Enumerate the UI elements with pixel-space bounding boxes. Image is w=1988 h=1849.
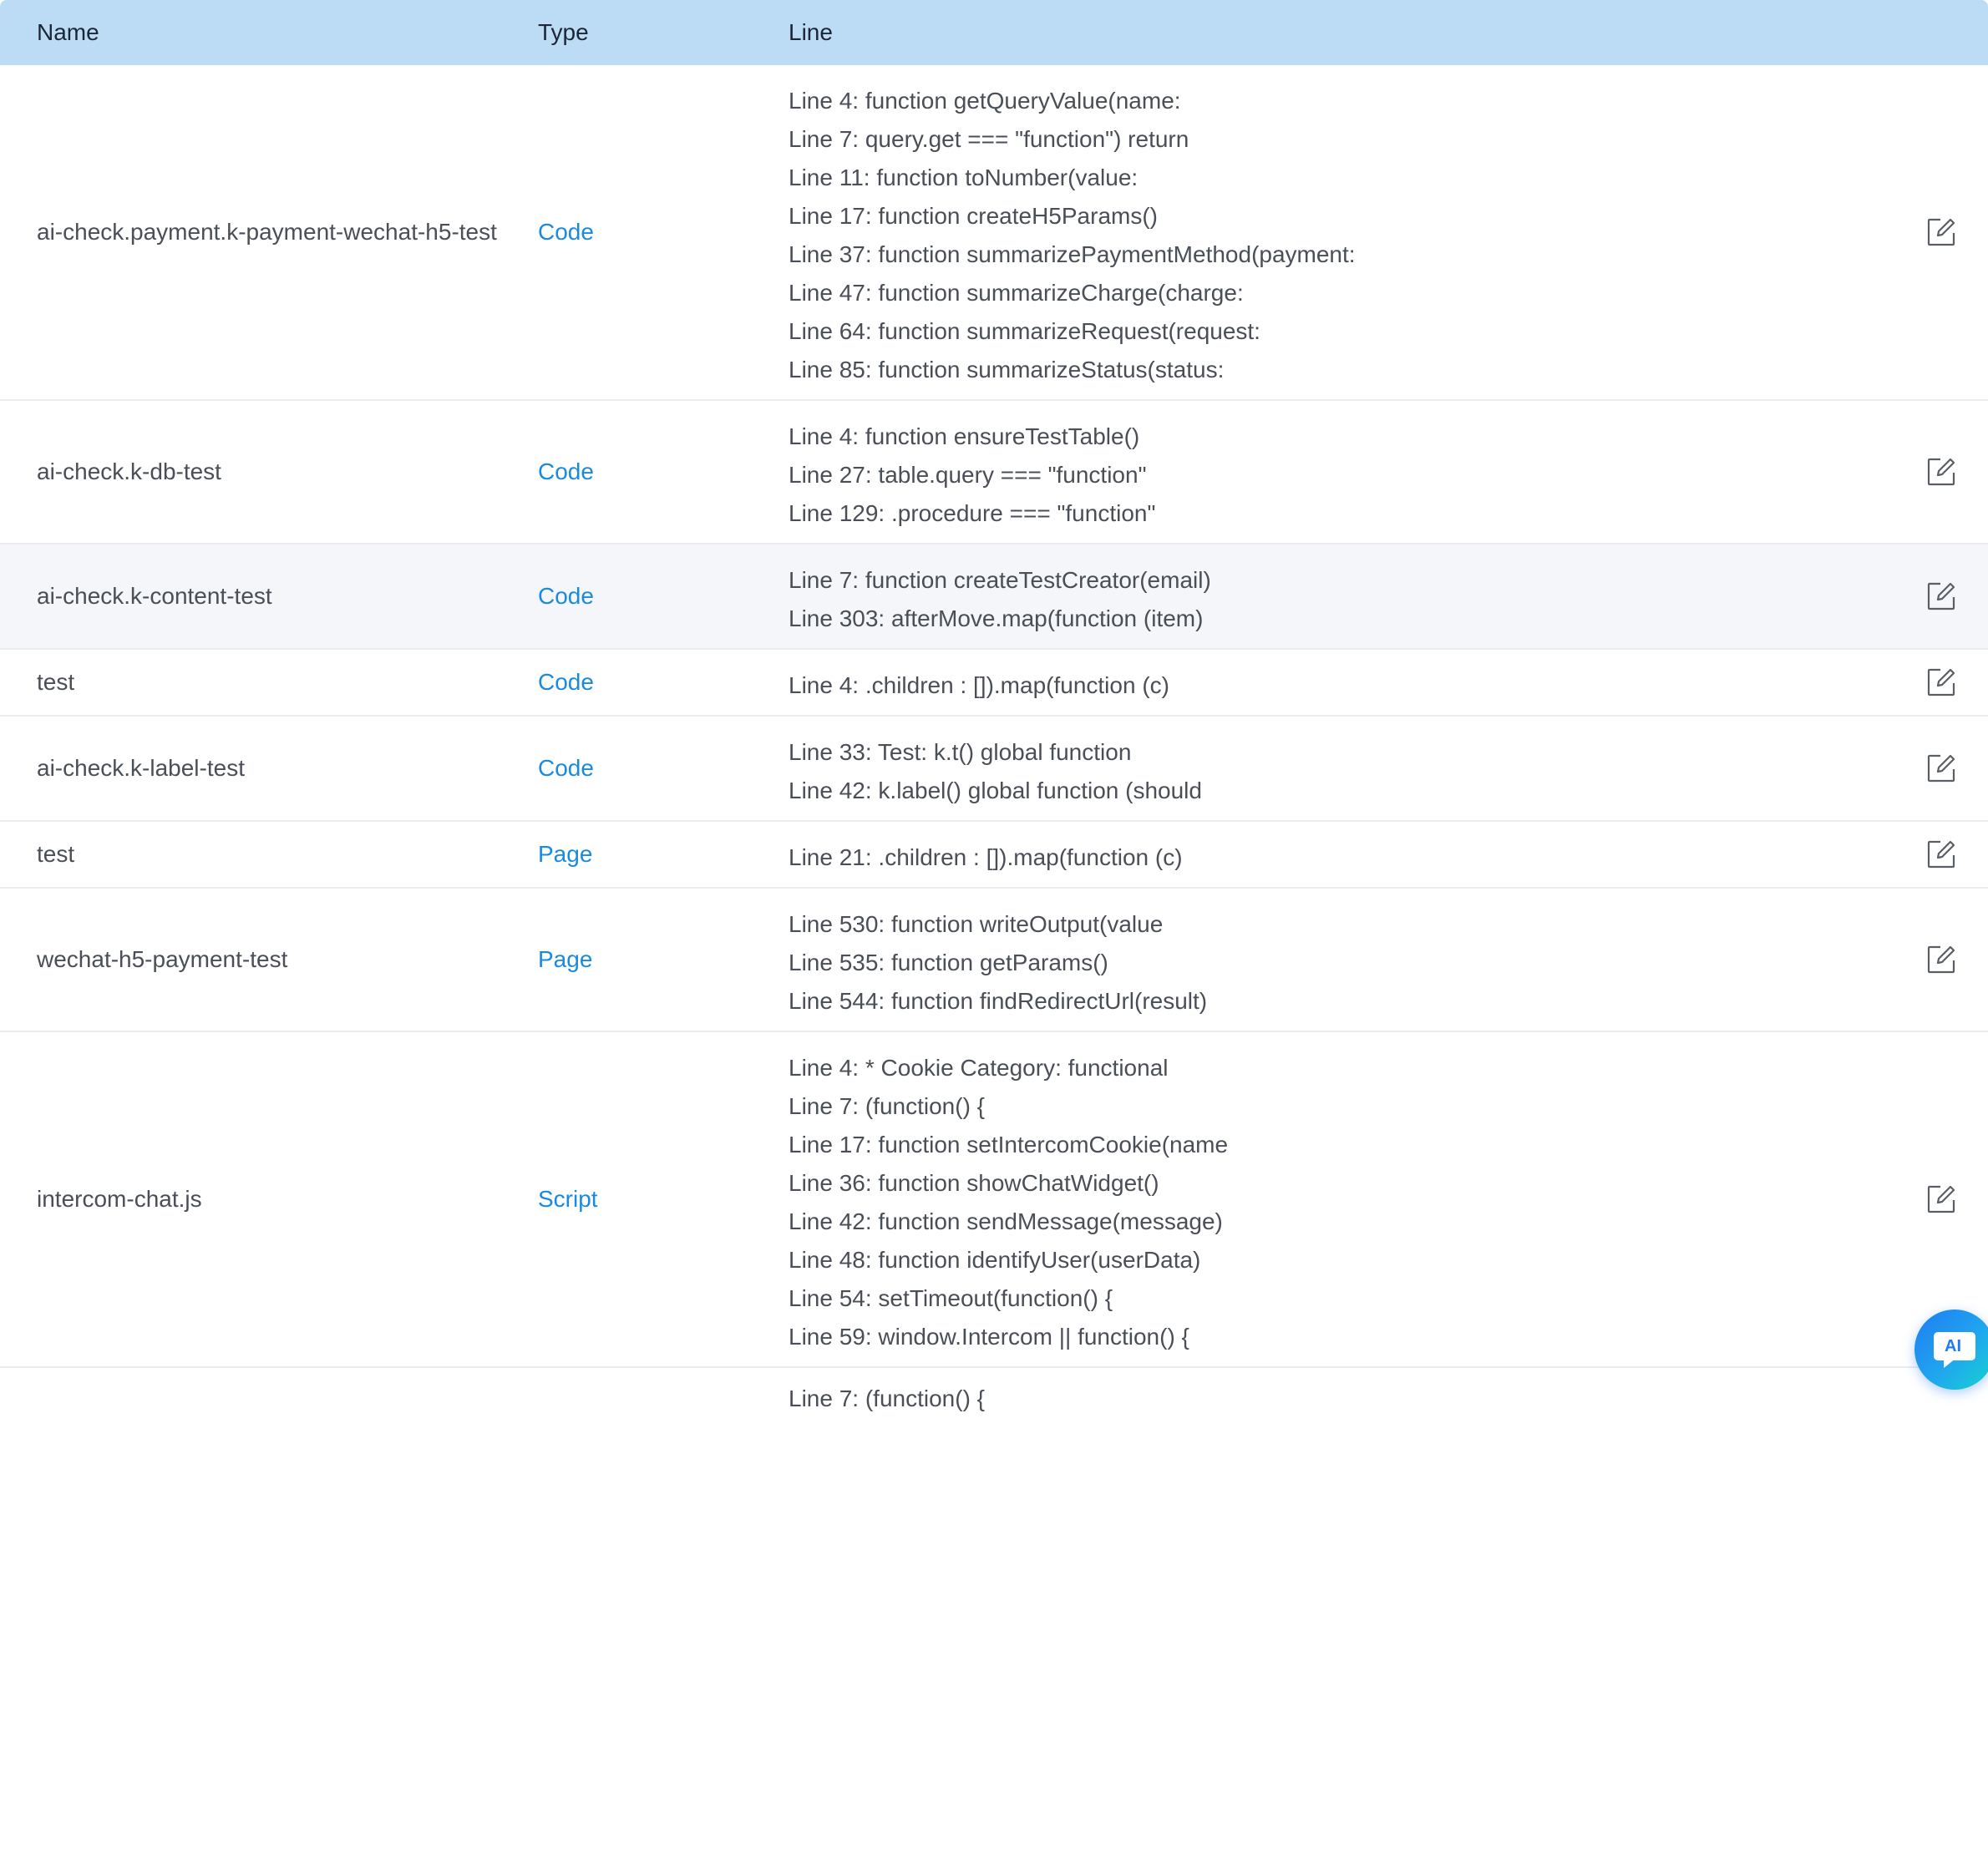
row-type-link[interactable]: Page	[538, 940, 592, 979]
row-name: test	[37, 841, 75, 867]
line-match: Line 17: function createH5Params()	[789, 203, 1158, 229]
table-body: ai-check.payment.k-payment-wechat-h5-tes…	[0, 65, 1988, 1468]
line-match: Line 21: .children : []).map(function (c…	[789, 844, 1183, 870]
table-row[interactable]: Line 7: (function() {	[0, 1368, 1988, 1468]
row-type-link[interactable]: Code	[538, 749, 594, 788]
edit-icon[interactable]	[1926, 945, 1956, 975]
edit-icon[interactable]	[1926, 667, 1956, 697]
line-match: Line 54: setTimeout(function() {	[789, 1285, 1113, 1311]
line-match: Line 42: function sendMessage(message)	[789, 1208, 1223, 1234]
line-match: Line 47: function summarizeCharge(charge…	[789, 280, 1244, 306]
row-type-link[interactable]: Page	[538, 835, 592, 874]
table-row[interactable]: wechat-h5-payment-test Page Line 530: func…	[0, 889, 1988, 1032]
ai-button-label: AI	[1945, 1337, 1961, 1355]
row-type-link[interactable]: Code	[538, 663, 594, 702]
row-line-matches: Line 33: Test: k.t() global function Line…	[789, 733, 1202, 810]
column-header-name: Name	[37, 19, 99, 45]
line-match: Line 11: function toNumber(value:	[789, 165, 1139, 190]
line-match: Line 7: function createTestCreator(email…	[789, 567, 1211, 593]
row-line-matches: Line 4: function ensureTestTable() Line 2…	[789, 418, 1155, 533]
row-line-matches: Line 21: .children : []).map(function (c…	[789, 838, 1183, 877]
line-match: Line 7: query.get === "function") return	[789, 126, 1189, 152]
table-row[interactable]: ai-check.k-db-test Code Line 4: function e…	[0, 401, 1988, 545]
line-match: Line 27: table.query === "function"	[789, 462, 1147, 488]
row-type-link[interactable]: Script	[538, 1180, 598, 1218]
line-match: Line 4: function ensureTestTable()	[789, 423, 1140, 449]
column-header-type: Type	[538, 19, 589, 45]
table-header: Name Type Line	[0, 0, 1988, 65]
search-results-table: Name Type Line ai-check.payment.k-paymen…	[0, 0, 1988, 1468]
line-match: Line 303: afterMove.map(function (item)	[789, 605, 1204, 631]
row-name: ai-check.k-content-test	[37, 583, 272, 609]
edit-icon[interactable]	[1926, 217, 1956, 247]
edit-icon[interactable]	[1926, 581, 1956, 611]
ai-assistant-button[interactable]: AI	[1914, 1309, 1988, 1390]
table-row[interactable]: test Code Line 4: .children : []).map(func…	[0, 650, 1988, 717]
line-match: Line 36: function showChatWidget()	[789, 1170, 1159, 1196]
line-match: Line 4: .children : []).map(function (c)	[789, 672, 1169, 698]
row-name: wechat-h5-payment-test	[37, 946, 288, 972]
line-match: Line 37: function summarizePaymentMethod…	[789, 241, 1356, 267]
edit-icon[interactable]	[1926, 457, 1956, 487]
line-match: Line 17: function setIntercomCookie(name	[789, 1132, 1229, 1158]
column-header-line: Line	[789, 19, 833, 45]
line-match: Line 129: .procedure === "function"	[789, 500, 1156, 526]
line-match: Line 535: function getParams()	[789, 950, 1108, 975]
line-match: Line 4: * Cookie Category: functional	[789, 1055, 1169, 1081]
row-line-matches: Line 4: .children : []).map(function (c)	[789, 666, 1169, 705]
row-name: ai-check.payment.k-payment-wechat-h5-tes…	[37, 219, 497, 245]
line-match: Line 42: k.label() global function (shou…	[789, 778, 1202, 803]
table-row[interactable]: ai-check.payment.k-payment-wechat-h5-tes…	[0, 65, 1988, 401]
line-match: Line 33: Test: k.t() global function	[789, 739, 1132, 765]
row-name: intercom-chat.js	[37, 1186, 202, 1212]
line-match: Line 59: window.Intercom || function() {	[789, 1324, 1189, 1350]
row-name: ai-check.k-db-test	[37, 458, 221, 484]
line-match: Line 85: function summarizeStatus(status…	[789, 357, 1225, 382]
table-row[interactable]: ai-check.k-content-test Code Line 7: funct…	[0, 545, 1988, 650]
search-results-page: Name Type Line ai-check.payment.k-paymen…	[0, 0, 1988, 1849]
row-type-link[interactable]: Code	[538, 453, 594, 491]
line-match: Line 7: (function() {	[789, 1093, 986, 1119]
row-line-matches: Line 4: * Cookie Category: functional Lin…	[789, 1049, 1228, 1356]
row-line-matches: Line 7: function createTestCreator(email…	[789, 561, 1211, 638]
line-match: Line 48: function identifyUser(userData)	[789, 1247, 1201, 1273]
line-match: Line 64: function summarizeRequest(reque…	[789, 318, 1260, 344]
table-row[interactable]: test Page Line 21: .children : []).map(fun…	[0, 822, 1988, 889]
row-line-matches: Line 7: (function() {	[789, 1380, 985, 1418]
line-match: Line 530: function writeOutput(value	[789, 911, 1164, 937]
line-match: Line 544: function findRedirectUrl(resul…	[789, 988, 1208, 1014]
line-match: Line 4: function getQueryValue(name:	[789, 88, 1181, 114]
edit-icon[interactable]	[1926, 1184, 1956, 1214]
table-row[interactable]: ai-check.k-label-test Code Line 33: Test: …	[0, 717, 1988, 822]
edit-icon[interactable]	[1926, 753, 1956, 783]
table-row[interactable]: intercom-chat.js Script Line 4: * Cookie C…	[0, 1032, 1988, 1368]
row-type-link[interactable]: Code	[538, 577, 594, 615]
row-name: test	[37, 669, 75, 695]
line-match: Line 7: (function() {	[789, 1385, 986, 1411]
row-line-matches: Line 4: function getQueryValue(name: Line…	[789, 82, 1356, 389]
row-name: ai-check.k-label-test	[37, 755, 245, 781]
edit-icon[interactable]	[1926, 839, 1956, 869]
row-type-link[interactable]: Code	[538, 213, 594, 251]
row-line-matches: Line 530: function writeOutput(value Line…	[789, 905, 1207, 1021]
